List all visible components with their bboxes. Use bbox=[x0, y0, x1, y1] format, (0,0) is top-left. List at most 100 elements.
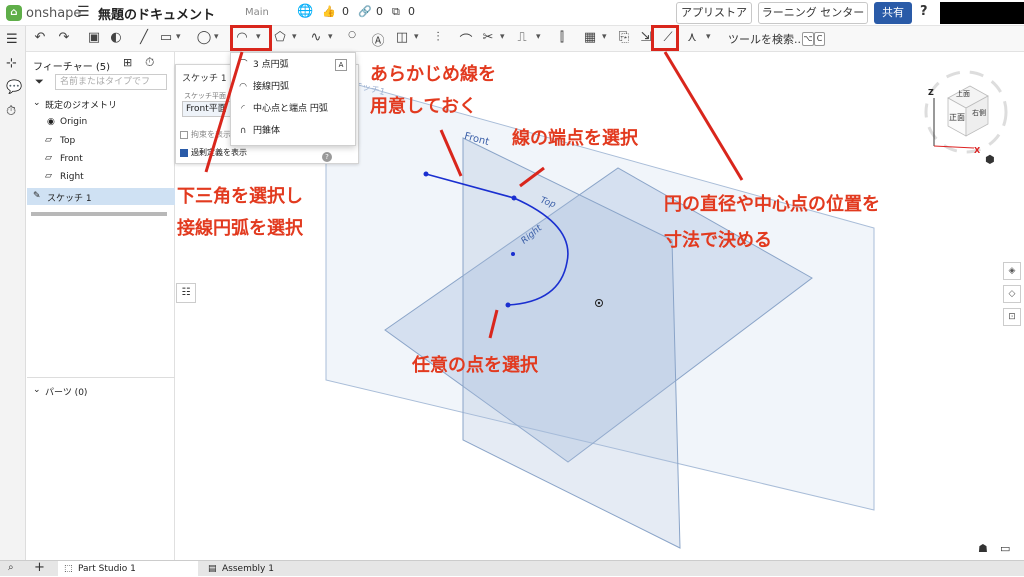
trim-tool-icon[interactable]: ✂ bbox=[480, 30, 496, 45]
add-variable-icon[interactable]: ⊹ bbox=[6, 56, 17, 71]
like-icon[interactable]: 👍 bbox=[322, 5, 336, 18]
spline-tool-icon[interactable]: ∿ bbox=[308, 30, 324, 45]
sketch-toolbar: ↶ ↷ ▣ ◐ ╱ ▭ ▾ ◯ ▾ ◠ ▾ ⬠ ▾ ∿ ▾ ○ Ⓐ ◫ ▾ ⫶ … bbox=[0, 26, 1024, 52]
highlight-dimension-tool bbox=[651, 25, 679, 51]
construction-icon[interactable]: ⫶ bbox=[430, 30, 446, 45]
share-button[interactable]: 共有 bbox=[874, 2, 912, 24]
right-plane-item[interactable]: Right bbox=[60, 172, 84, 182]
document-title[interactable]: 無題のドキュメント bbox=[98, 4, 215, 23]
onshape-logo-icon: ⌂ bbox=[6, 5, 22, 21]
tab-assembly[interactable]: ▤ Assembly 1 bbox=[202, 561, 342, 577]
mirror-tool-icon[interactable]: ⫿ bbox=[554, 30, 570, 45]
origin-item[interactable]: Origin bbox=[60, 117, 87, 127]
polygon-dropdown-caret[interactable]: ▾ bbox=[292, 32, 297, 42]
tangent-arc-icon: ◠ bbox=[239, 82, 247, 92]
feature-tree-toggle-button[interactable]: ☷ bbox=[176, 283, 196, 303]
app-store-button[interactable]: アプリストア bbox=[676, 2, 752, 24]
pattern-tool-icon[interactable]: ▦ bbox=[582, 30, 598, 45]
menu-item-label: 円錐体 bbox=[253, 126, 281, 136]
history-icon[interactable]: ⏱ bbox=[6, 104, 16, 119]
finish-icon[interactable]: ◐ bbox=[108, 30, 124, 45]
view-tool-2-icon[interactable]: ◇ bbox=[1003, 285, 1021, 303]
expand-chevron-icon[interactable]: ⌄ bbox=[33, 98, 41, 108]
view-tool-1-icon[interactable]: ◈ bbox=[1003, 262, 1021, 280]
collapse-icon[interactable]: ▭ bbox=[1000, 542, 1010, 555]
constraint-dropdown-caret[interactable]: ▾ bbox=[706, 32, 711, 42]
origin-icon: ◉ bbox=[47, 117, 55, 127]
show-constraints-row[interactable]: 拘束を表示 bbox=[180, 129, 231, 140]
rollback-bar[interactable] bbox=[31, 212, 167, 216]
sketch-feature-item[interactable]: スケッチ 1 bbox=[47, 191, 92, 204]
line-tool-icon[interactable]: ╱ bbox=[136, 30, 152, 45]
panel-divider[interactable] bbox=[27, 377, 175, 378]
circle-tool-icon[interactable]: ◯ bbox=[196, 30, 212, 45]
search-tabs-icon[interactable]: ⌕ bbox=[8, 562, 14, 573]
fillet-tool-icon[interactable]: ⌒ bbox=[458, 30, 474, 49]
axis-z-label: Z bbox=[928, 88, 934, 97]
display-mode-icon[interactable]: ⬢ bbox=[985, 153, 995, 166]
onshape-logo[interactable]: ⌂ onshape bbox=[6, 5, 81, 21]
help-circle-icon[interactable]: ? bbox=[322, 152, 332, 162]
copy-icon[interactable]: ⧉ bbox=[392, 5, 400, 19]
help-icon[interactable]: ? bbox=[920, 4, 928, 19]
learning-center-button[interactable]: ラーニング センター bbox=[758, 2, 868, 24]
polygon-tool-icon[interactable]: ⬠ bbox=[272, 30, 288, 45]
link-icon[interactable]: 🔗 bbox=[358, 5, 372, 18]
spline-dropdown-caret[interactable]: ▾ bbox=[328, 32, 333, 42]
filter-icon[interactable]: ⏷ bbox=[35, 75, 44, 89]
shortcut-key-c: C bbox=[814, 32, 825, 46]
front-plane-item[interactable]: Front bbox=[60, 154, 83, 164]
use-dropdown-caret[interactable]: ▾ bbox=[414, 32, 419, 42]
menu-item-tangent-arc[interactable]: ◠ 接線円弧 bbox=[237, 77, 353, 97]
expand-chevron-icon[interactable]: ⌄ bbox=[33, 385, 41, 395]
trim-dropdown-caret[interactable]: ▾ bbox=[500, 32, 505, 42]
circle-dropdown-caret[interactable]: ▾ bbox=[214, 32, 219, 42]
offset-tool-icon[interactable]: ⎍ bbox=[514, 30, 530, 45]
workspace-label[interactable]: Main bbox=[245, 7, 269, 18]
arc-center-point bbox=[511, 252, 515, 256]
feature-list-icon[interactable]: ☰ bbox=[6, 32, 18, 47]
rollback-icon[interactable]: ⏱ bbox=[145, 55, 154, 70]
import-tool-icon[interactable]: ⎘ bbox=[616, 30, 632, 45]
undo-icon[interactable]: ↶ bbox=[32, 30, 48, 45]
globe-icon[interactable]: 🌐 bbox=[297, 4, 313, 19]
menu-item-conic[interactable]: ∩ 円錐体 bbox=[237, 121, 353, 141]
add-feature-icon[interactable]: ⊞ bbox=[123, 56, 132, 69]
rectangle-tool-icon[interactable]: ▭ bbox=[158, 30, 174, 45]
feature-search-input[interactable]: 名前またはタイプでフ bbox=[55, 74, 167, 90]
conic-icon: ∩ bbox=[239, 126, 247, 136]
highlight-arc-tool bbox=[230, 25, 272, 51]
add-tab-icon[interactable]: + bbox=[34, 560, 45, 575]
top-plane-item[interactable]: Top bbox=[60, 136, 75, 146]
constraint-tool-icon[interactable]: ⋏ bbox=[684, 30, 700, 45]
show-constraints-checkbox[interactable] bbox=[180, 130, 188, 139]
tab-list-icon[interactable]: ☗ bbox=[978, 542, 988, 555]
menu-item-3-point-arc[interactable]: ⌒ 3 点円弧 A bbox=[237, 55, 353, 75]
text-tool-icon[interactable]: Ⓐ bbox=[370, 30, 386, 49]
annotation-prepare-line-2: 用意しておく bbox=[370, 96, 477, 117]
point-tool-icon[interactable]: ○ bbox=[344, 30, 360, 40]
plane-icon: ▱ bbox=[45, 153, 52, 163]
menu-icon[interactable]: ☰ bbox=[77, 4, 90, 20]
use-tool-icon[interactable]: ◫ bbox=[394, 30, 410, 45]
tab-label: Part Studio 1 bbox=[78, 564, 136, 574]
view-tool-3-icon[interactable]: ⊡ bbox=[1003, 308, 1021, 326]
parts-folder[interactable]: パーツ (0) bbox=[45, 385, 87, 398]
center-point-arc-icon: ◜ bbox=[241, 104, 245, 114]
annotation-prepare-line-1: あらかじめ線を bbox=[370, 64, 496, 85]
pattern-dropdown-caret[interactable]: ▾ bbox=[602, 32, 607, 42]
rectangle-dropdown-caret[interactable]: ▾ bbox=[176, 32, 181, 42]
default-geometry-folder[interactable]: 既定のジオメトリ bbox=[45, 98, 117, 111]
redo-icon[interactable]: ↷ bbox=[56, 30, 72, 45]
feature-list-title: フィーチャー (5) bbox=[33, 62, 111, 73]
view-cube[interactable]: 上面 正面 右側 Z X bbox=[918, 66, 1018, 166]
show-overdefined-row[interactable]: 過剰定義を表示 bbox=[180, 147, 247, 158]
tab-part-studio[interactable]: ⬚ Part Studio 1 bbox=[58, 561, 198, 577]
show-overdefined-checkbox[interactable] bbox=[180, 148, 188, 157]
comments-icon[interactable]: 💬 bbox=[6, 80, 22, 95]
tool-search[interactable]: ツールを検索... bbox=[728, 31, 805, 47]
sketch-icon[interactable]: ▣ bbox=[86, 30, 102, 45]
menu-item-center-point-arc[interactable]: ◜ 中心点と端点 円弧 bbox=[237, 99, 353, 119]
menu-item-label: 3 点円弧 bbox=[253, 60, 289, 70]
offset-dropdown-caret[interactable]: ▾ bbox=[536, 32, 541, 42]
